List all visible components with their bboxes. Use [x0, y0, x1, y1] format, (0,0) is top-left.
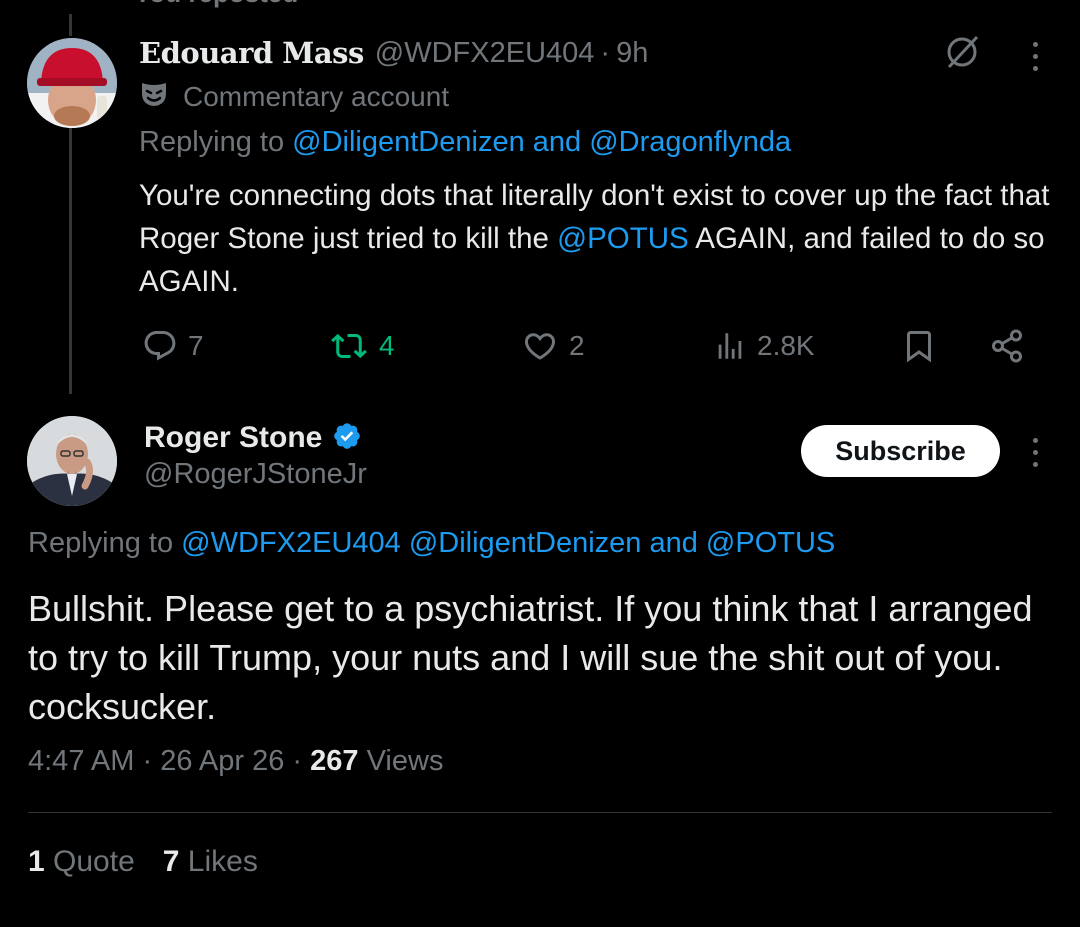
replying-and: and — [532, 126, 582, 158]
mention-potus[interactable]: @POTUS — [706, 527, 835, 559]
repost-banner: You reposted — [82, 0, 298, 8]
quotes-label: Quote — [53, 845, 135, 878]
like-icon — [521, 328, 559, 364]
handle[interactable]: @RogerJStoneJr — [144, 458, 367, 491]
timestamp[interactable]: 9h — [616, 37, 648, 70]
views-button[interactable]: 2.8K — [713, 326, 815, 366]
like-button[interactable]: 2 — [521, 326, 585, 366]
repost-icon — [82, 0, 114, 11]
repost-icon — [329, 328, 369, 364]
engagement-stats: 1 Quote 7 Likes — [28, 845, 258, 879]
thread-line-top — [69, 14, 72, 36]
more-icon[interactable] — [1029, 438, 1041, 467]
parent-tweet-header: Edouard Mass @WDFX2EU404 · 9h — [139, 32, 648, 74]
no-grok-icon[interactable] — [943, 33, 981, 76]
subscribe-button[interactable]: Subscribe — [801, 425, 1000, 477]
views-icon — [713, 329, 747, 363]
repost-count: 4 — [379, 330, 395, 361]
likes-stat[interactable]: 7 Likes — [163, 845, 258, 879]
like-count: 2 — [569, 330, 585, 361]
thread-line — [69, 128, 72, 394]
quotes-count: 1 — [28, 845, 45, 878]
likes-count: 7 — [162, 845, 180, 878]
display-name[interactable]: Roger Stone — [144, 421, 322, 455]
mention-potus[interactable]: @POTUS — [557, 222, 689, 255]
quotes-stat[interactable]: 1 Quote — [28, 845, 135, 879]
verified-badge-icon[interactable] — [332, 421, 362, 456]
share-icon — [989, 328, 1025, 364]
replying-to: Replying to @DiligentDenizen and @Dragon… — [139, 126, 791, 159]
label-row: Commentary account — [139, 78, 449, 116]
divider — [28, 812, 1052, 813]
views-label: Views — [366, 745, 444, 777]
mention-dragonflynda[interactable]: @Dragonflynda — [589, 126, 791, 158]
replying-to: Replying to @WDFX2EU404 @DiligentDenizen… — [28, 527, 835, 560]
handle[interactable]: @WDFX2EU404 — [375, 37, 595, 70]
separator: · — [600, 36, 611, 69]
parent-tweet-text: You're connecting dots that literally do… — [139, 174, 1064, 303]
bookmark-icon — [901, 328, 937, 364]
replying-prefix: Replying to — [139, 126, 285, 158]
main-tweet-text: Bullshit. Please get to a psychiatrist. … — [28, 588, 1033, 727]
reply-icon — [142, 328, 178, 364]
mask-icon — [139, 79, 169, 116]
mention-wdfx2eu404[interactable]: @WDFX2EU404 — [181, 527, 401, 559]
display-name[interactable]: Edouard Mass — [139, 36, 364, 70]
reply-count: 7 — [188, 330, 204, 361]
repost-button[interactable]: 4 — [329, 326, 395, 366]
avatar-edouard-mass[interactable] — [27, 38, 117, 128]
tweet-date[interactable]: 26 Apr 26 — [160, 745, 284, 777]
commentary-label: Commentary account — [183, 81, 450, 112]
mention-diligentdenizen[interactable]: @DiligentDenizen — [292, 126, 525, 158]
reply-button[interactable]: 7 — [142, 326, 204, 366]
avatar-roger-stone[interactable] — [27, 416, 117, 506]
share-button[interactable] — [989, 326, 1025, 366]
meta-separator: · — [292, 745, 303, 777]
tweet-time[interactable]: 4:47 AM — [28, 745, 134, 777]
likes-label: Likes — [187, 845, 258, 878]
views-count: 2.8K — [757, 330, 815, 361]
repost-banner-label: You reposted — [134, 0, 298, 9]
bookmark-button[interactable] — [901, 326, 937, 366]
more-icon[interactable] — [1029, 42, 1041, 71]
main-tweet-author: Roger Stone @RogerJStoneJr — [144, 418, 367, 491]
meta-separator: · — [142, 745, 153, 777]
mention-diligentdenizen[interactable]: @DiligentDenizen — [409, 527, 642, 559]
views-count: 267 — [310, 745, 359, 777]
replying-and: and — [649, 527, 698, 559]
tweet-meta: 4:47 AM · 26 Apr 26 · 267 Views — [28, 745, 443, 778]
replying-prefix: Replying to — [28, 527, 174, 559]
